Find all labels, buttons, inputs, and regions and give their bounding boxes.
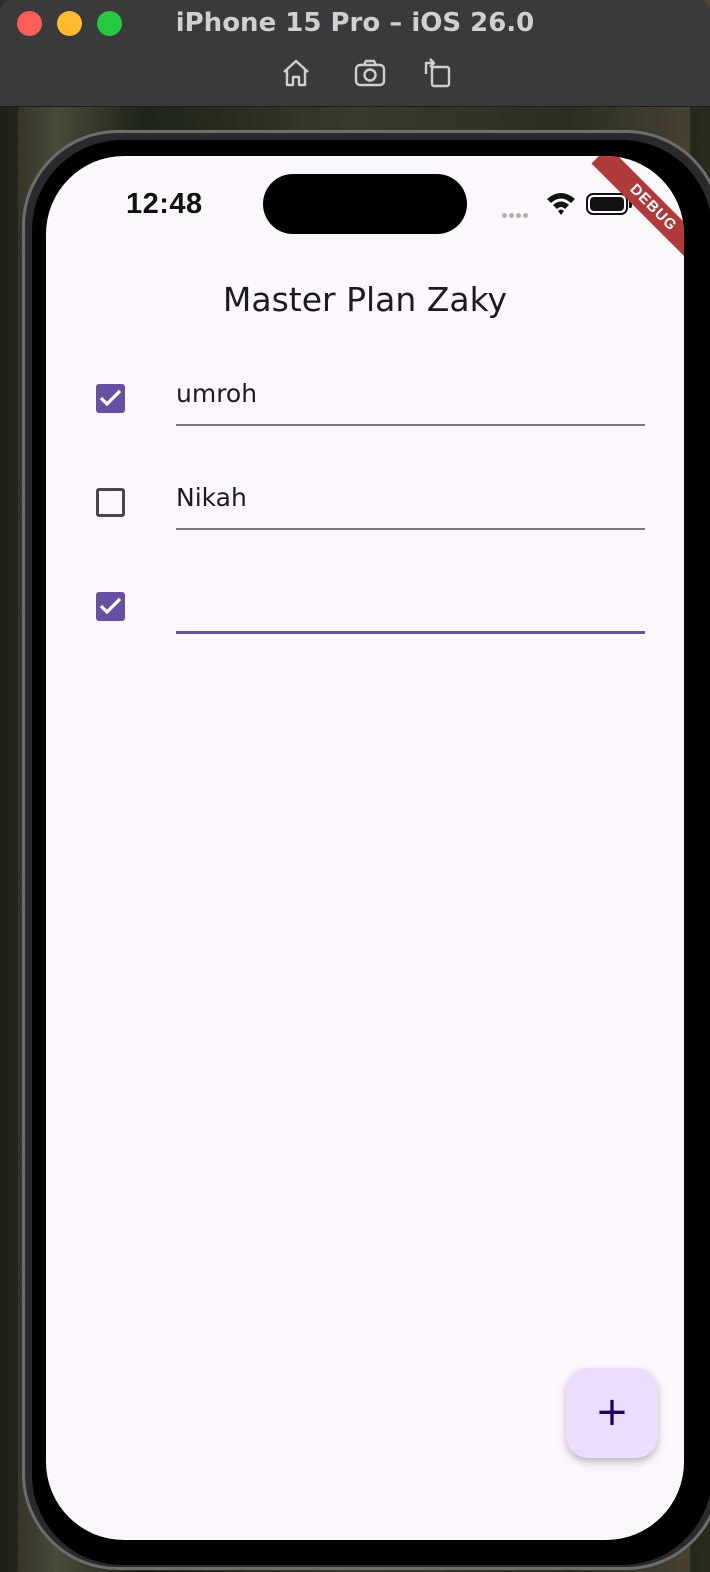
phone-screen: 12:48 DEBUG Master Plan Zaky + bbox=[46, 156, 684, 1540]
add-task-button[interactable]: + bbox=[566, 1368, 658, 1458]
status-time: 12:48 bbox=[126, 188, 203, 220]
battery-icon bbox=[586, 193, 632, 215]
wifi-icon bbox=[547, 193, 575, 215]
task-row bbox=[46, 470, 684, 566]
screenshot-icon[interactable] bbox=[353, 56, 387, 90]
home-icon[interactable] bbox=[279, 56, 313, 90]
signal-dots-icon bbox=[502, 205, 530, 223]
task-row bbox=[46, 574, 684, 670]
window-title: iPhone 15 Pro – iOS 26.0 bbox=[175, 8, 535, 38]
dynamic-island bbox=[263, 174, 467, 234]
task-text-field[interactable] bbox=[176, 470, 645, 530]
simulator-titlebar: iPhone 15 Pro – iOS 26.0 bbox=[0, 0, 710, 107]
task-row bbox=[46, 366, 684, 462]
task-text-field[interactable] bbox=[176, 574, 645, 634]
page-title: Master Plan Zaky bbox=[222, 280, 508, 319]
rotate-icon[interactable] bbox=[420, 56, 454, 90]
task-text-field[interactable] bbox=[176, 366, 645, 426]
task-checkbox[interactable] bbox=[96, 592, 125, 621]
task-checkbox[interactable] bbox=[96, 488, 125, 517]
task-checkbox[interactable] bbox=[96, 384, 125, 413]
background-tree bbox=[0, 107, 18, 1572]
